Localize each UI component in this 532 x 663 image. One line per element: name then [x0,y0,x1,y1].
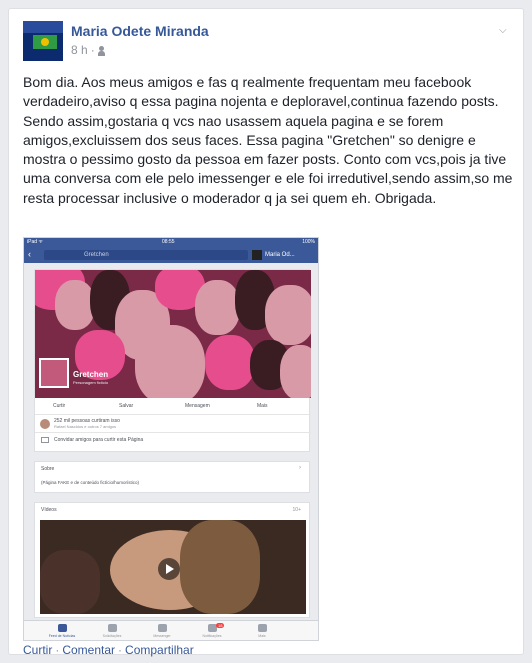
action-message: Mensagem [185,403,210,409]
page-category: Personagem fictício [73,380,109,385]
notification-badge: 18 [216,623,225,628]
ios-tab-bar: Feed de Notícias Solicitações Messenger … [24,620,318,640]
page-actions: Curtir Salvar Mensagem Mais [35,398,311,415]
chevron-right-icon: › [299,465,301,471]
post-card: Maria Odete Miranda 8 h · ⌵ Bom dia. Aos … [8,8,524,657]
footer-dot: · [118,643,123,657]
author-avatar[interactable] [23,21,63,61]
video-thumbnail [40,520,306,614]
videos-count: 10+ [292,507,301,513]
friends-icon [107,624,117,632]
facebook-nav-bar: ‹ Gretchen Maria Od... [24,247,318,263]
action-more: Mais [257,403,268,409]
likes-friends: Rafael Nascidos e outros 7 amigos [54,424,117,429]
chevron-down-icon[interactable]: ⌵ [499,25,511,37]
page-header-card: Gretchen Personagem fictício Curtir Salv… [34,269,311,452]
page-name: Gretchen [73,370,109,379]
action-like: Curtir [53,403,66,409]
about-title: Sobre [41,466,55,472]
invite-friends-row: Convidar amigos para curtir esta Página [35,433,311,447]
ios-status-bar: iPad ᯤ 08:55 100% [24,238,318,247]
me-label: Maria Od... [265,252,295,258]
invite-label: Convidar amigos para curtir esta Página [54,437,144,443]
invite-icon [41,437,49,443]
author-name[interactable]: Maria Odete Miranda [71,23,209,39]
menu-icon [257,624,267,632]
friend-avatar [40,419,50,429]
videos-title: Vídeos [41,507,57,513]
tab-requests: Solicitações [92,624,132,638]
status-battery: 100% [302,239,315,245]
action-save: Salvar [119,403,134,409]
likes-summary: 252 mil pessoas curtiram isso Rafael Nas… [35,415,311,433]
share-link[interactable]: Compartilhar [125,643,194,657]
page-cover-photo: Gretchen Personagem fictício [35,270,311,398]
tab-notifications: 18 Notificações [202,623,225,638]
post-time[interactable]: 8 h [71,43,88,57]
friends-icon[interactable] [97,45,110,56]
tab-news-feed: Feed de Notícias [42,624,82,638]
videos-card: Vídeos 10+ [34,502,310,618]
tab-more: Mais [242,624,282,638]
search-field: Gretchen [44,250,248,260]
about-body: (Página FAKE e de conteúdo fictício/humo… [41,480,140,485]
play-icon [158,558,180,580]
post-actions: Curtir · Comentar · Compartilhar [23,643,194,657]
like-link[interactable]: Curtir [23,643,52,657]
page-profile-picture [39,358,69,388]
comment-link[interactable]: Comentar [62,643,115,657]
avatar-band [23,21,63,33]
avatar-flag [33,35,57,49]
post-meta: 8 h · [71,43,110,57]
footer-dot: · [55,643,60,657]
meta-separator: · [90,43,95,57]
tab-messenger: Messenger [142,624,182,638]
status-time: 08:55 [162,239,175,245]
post-header: Maria Odete Miranda 8 h · ⌵ [23,21,513,65]
back-icon: ‹ [28,249,31,259]
embedded-screenshot[interactable]: iPad ᯤ 08:55 100% ‹ Gretchen Maria Od... [23,237,319,641]
me-avatar [252,250,262,260]
post-text: Bom dia. Aos meus amigos e fas q realmen… [23,74,513,206]
status-left: iPad ᯤ [27,239,43,245]
messenger-icon [157,624,167,632]
about-card: Sobre › (Página FAKE e de conteúdo fictí… [34,461,310,493]
news-feed-icon [57,624,67,632]
